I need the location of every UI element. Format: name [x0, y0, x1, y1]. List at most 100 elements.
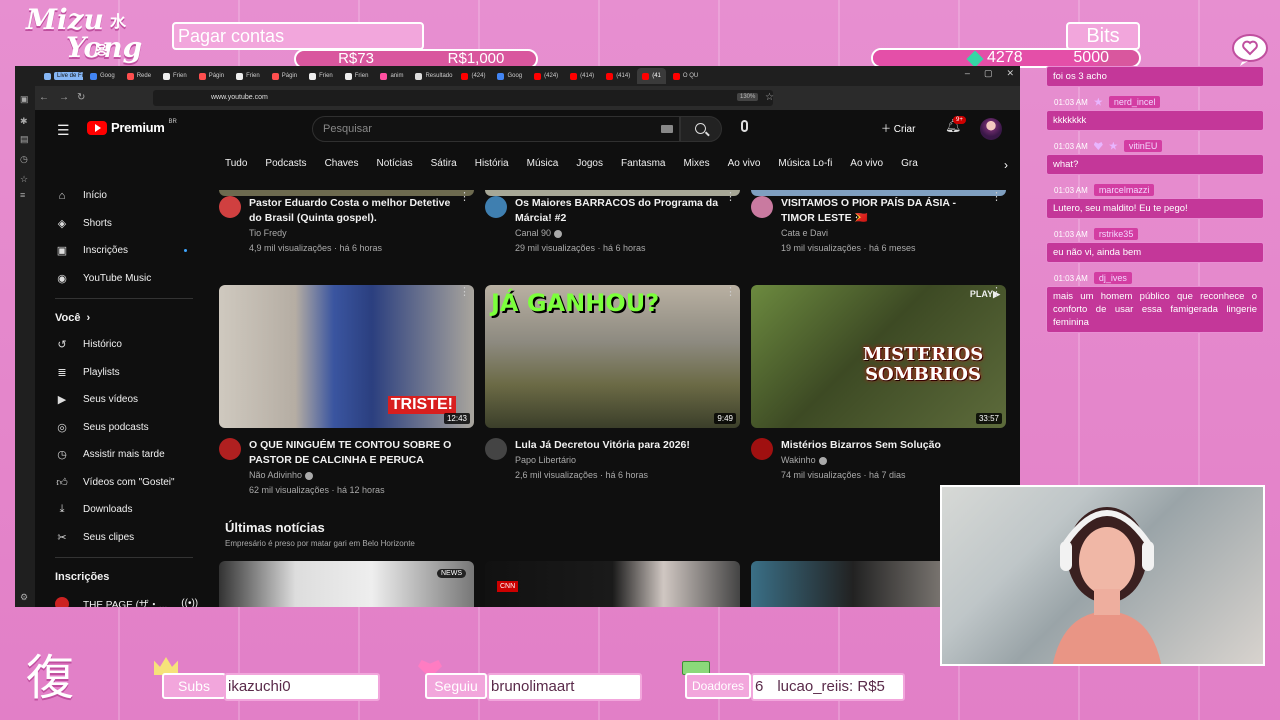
news-thumbnail[interactable]: CNN — [485, 561, 740, 607]
history-side-icon[interactable]: ◷ — [20, 154, 28, 165]
channel-name[interactable]: Wakinho — [781, 453, 941, 468]
filter-chip[interactable]: Ao vivo — [728, 156, 761, 176]
video-card[interactable]: VISITAMOS O PIOR PAÍS DA ÁSIA - TIMOR LE… — [751, 190, 1006, 256]
browser-tab[interactable]: (424) — [456, 68, 490, 84]
filter-chip[interactable]: Gra — [901, 156, 918, 176]
more-options-icon[interactable]: ⋮ — [991, 190, 1002, 203]
bookmark-star-icon[interactable]: ☆ — [765, 92, 774, 103]
browser-tab[interactable]: (414) — [565, 68, 599, 84]
sidebar-item[interactable]: ▶ Seus vídeos — [35, 386, 205, 414]
browser-tab[interactable]: Goog — [85, 68, 120, 84]
sidebar-item[interactable]: ⌂ Início — [35, 182, 205, 210]
filter-chip[interactable]: Sátira — [431, 156, 457, 176]
browser-tab[interactable]: Frien — [340, 68, 374, 84]
filter-chip[interactable]: Ao vivo — [850, 156, 883, 176]
video-thumbnail-partial[interactable] — [485, 190, 740, 196]
more-options-icon[interactable]: ⋮ — [459, 285, 470, 298]
extension-icon[interactable]: ✱ — [20, 116, 28, 127]
video-title[interactable]: Pastor Eduardo Costa o melhor Detetive d… — [249, 196, 456, 226]
sidebar-item-channel[interactable]: THE PAGE (ザ・... ((•)) — [35, 590, 205, 607]
browser-tab[interactable]: O QU — [668, 68, 703, 84]
search-input[interactable]: Pesquisar — [312, 116, 680, 142]
browser-tab[interactable]: Págin — [194, 68, 229, 84]
video-title[interactable]: Lula Já Decretou Vitória para 2026! — [515, 438, 690, 453]
more-options-icon[interactable]: ⋮ — [725, 190, 736, 203]
sidebar-item[interactable]: ⤓ Downloads — [35, 496, 205, 524]
url-input[interactable]: www.youtube.com — [153, 90, 773, 106]
video-title[interactable]: O QUE NINGUÉM TE CONTOU SOBRE O PASTOR D… — [249, 438, 456, 468]
channel-name[interactable]: Cata e Davi — [781, 226, 988, 241]
filter-chip[interactable]: História — [475, 156, 509, 176]
filter-chip[interactable]: Mixes — [683, 156, 709, 176]
browser-tab[interactable]: Frien — [304, 68, 338, 84]
channel-avatar[interactable] — [751, 196, 773, 218]
video-title[interactable]: Mistérios Bizarros Sem Solução — [781, 438, 941, 453]
channel-name[interactable]: Tio Fredy — [249, 226, 456, 241]
video-thumbnail-partial[interactable] — [219, 190, 474, 196]
browser-tab[interactable]: Rede — [122, 68, 156, 84]
close-icon[interactable]: ✕ — [1006, 68, 1014, 79]
video-thumbnail[interactable]: TRISTE! 12:43 — [219, 285, 474, 428]
video-card[interactable]: JÁ GANHOU? 9:49 Lula Já Decretou Vitória p… — [485, 285, 740, 483]
video-title[interactable]: VISITAMOS O PIOR PAÍS DA ÁSIA - TIMOR LE… — [781, 196, 988, 226]
back-icon[interactable]: ← — [39, 92, 49, 103]
video-thumbnail-partial[interactable] — [751, 190, 1006, 196]
notes-icon[interactable]: ≡ — [20, 190, 25, 200]
mic-icon[interactable] — [741, 120, 748, 132]
browser-tab[interactable]: Págin — [267, 68, 302, 84]
sidebar-section-you[interactable]: Você › — [35, 305, 205, 331]
channel-name[interactable]: Canal 90 — [515, 226, 722, 241]
minimize-icon[interactable]: – — [965, 68, 970, 79]
browser-tab[interactable]: (41 — [637, 68, 666, 84]
channel-avatar[interactable] — [485, 438, 507, 460]
browser-tab[interactable]: Resultado — [410, 68, 454, 84]
browser-tab[interactable]: (424) — [529, 68, 563, 84]
browser-tab[interactable]: Frien — [158, 68, 192, 84]
filter-chip[interactable]: Música — [527, 156, 559, 176]
video-card[interactable]: Os Maiores BARRACOS do Programa da Márci… — [485, 190, 740, 256]
browser-tab[interactable]: (414) — [601, 68, 635, 84]
browser-tab[interactable]: Frien — [231, 68, 265, 84]
filter-chip[interactable]: Música Lo-fi — [778, 156, 832, 176]
sidebar-item[interactable]: ✂ Seus clipes — [35, 524, 205, 552]
channel-avatar[interactable] — [751, 438, 773, 460]
channel-avatar[interactable] — [485, 196, 507, 218]
sidebar-item[interactable]: ◷ Assistir mais tarde — [35, 441, 205, 469]
video-thumbnail[interactable]: MISTERIOS SOMBRIOS PLAY▶ 33:57 — [751, 285, 1006, 428]
sidebar-item[interactable]: ◈ Shorts — [35, 210, 205, 238]
filter-chip[interactable]: Notícias — [376, 156, 412, 176]
news-thumbnail[interactable]: NEWS — [219, 561, 474, 607]
sidebar-item[interactable]: 👍︎ Vídeos com "Gostei" — [35, 469, 205, 497]
filter-chip[interactable]: Tudo — [225, 156, 247, 176]
filter-chip[interactable]: Jogos — [576, 156, 603, 176]
sidebar-item[interactable]: ≣ Playlists — [35, 359, 205, 387]
settings-gear-icon[interactable]: ⚙ — [20, 592, 28, 603]
create-button[interactable]: ＋ Criar — [881, 120, 915, 135]
zoom-level[interactable]: 130% — [737, 93, 759, 101]
reload-icon[interactable]: ↻ — [77, 92, 85, 103]
browser-tab[interactable]: Live de Filmes — [39, 68, 83, 84]
search-button[interactable] — [680, 116, 722, 142]
more-options-icon[interactable]: ⋮ — [459, 190, 470, 203]
favorites-icon[interactable]: ☆ — [20, 174, 28, 185]
sidebar-item[interactable]: ◎ Seus podcasts — [35, 414, 205, 442]
chevron-right-icon[interactable]: › — [1004, 158, 1008, 172]
avatar[interactable] — [980, 118, 1002, 140]
channel-avatar[interactable] — [219, 438, 241, 460]
youtube-premium-logo[interactable]: Premium BR — [87, 119, 177, 135]
browser-tab[interactable]: Goog — [492, 68, 527, 84]
filter-chip[interactable]: Fantasma — [621, 156, 665, 176]
sidebar-item[interactable]: ◉ YouTube Music — [35, 265, 205, 293]
channel-name[interactable]: Papo Libertário — [515, 453, 690, 468]
bookmarks-icon[interactable]: ▤ — [20, 134, 29, 145]
menu-icon[interactable]: ☰ — [57, 122, 70, 139]
browser-tab[interactable]: anim — [375, 68, 408, 84]
video-title[interactable]: Os Maiores BARRACOS do Programa da Márci… — [515, 196, 722, 226]
filter-chip[interactable]: Podcasts — [265, 156, 306, 176]
forward-icon[interactable]: → — [59, 92, 69, 103]
video-card[interactable]: TRISTE! 12:43 O QUE NINGUÉM TE CONTOU SOBR… — [219, 285, 474, 498]
sidebar-toggle-icon[interactable]: ▣ — [20, 94, 29, 105]
keyboard-icon[interactable] — [661, 125, 673, 133]
sidebar-item[interactable]: ↺ Histórico — [35, 331, 205, 359]
video-card[interactable]: Pastor Eduardo Costa o melhor Detetive d… — [219, 190, 474, 256]
